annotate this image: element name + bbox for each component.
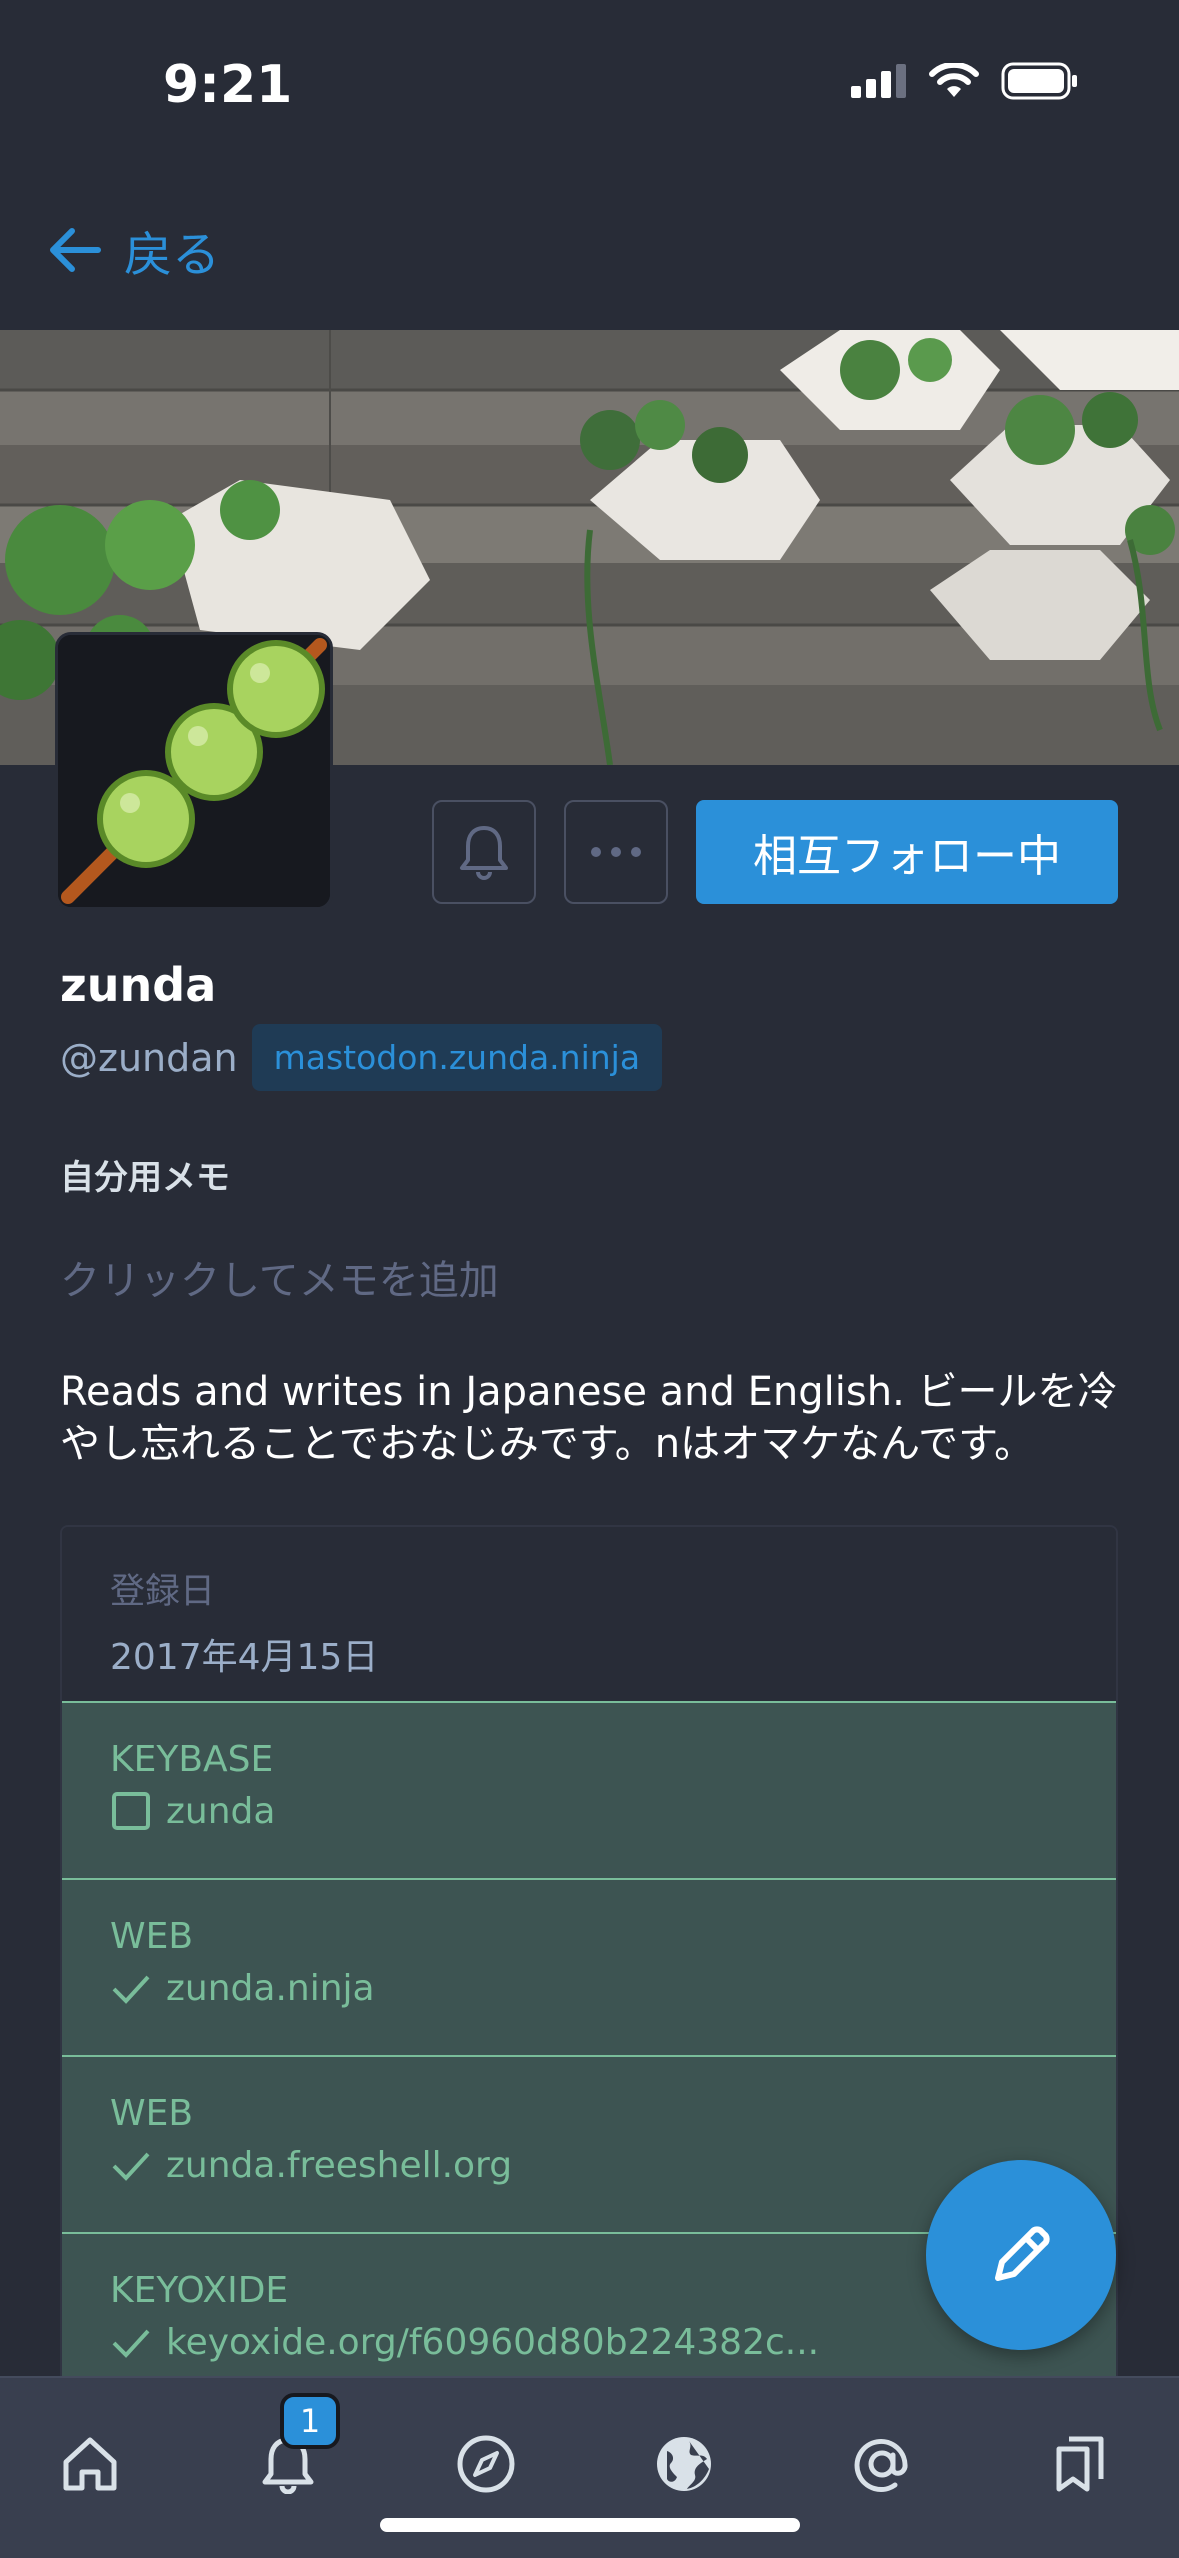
joined-field: 登録日 2017年4月15日: [62, 1527, 1116, 1701]
tab-federated[interactable]: [634, 2414, 734, 2514]
notification-count-badge: 1: [280, 2393, 340, 2449]
joined-value: 2017年4月15日: [110, 1637, 379, 1678]
wifi-icon: [929, 63, 979, 97]
tab-mentions[interactable]: [832, 2414, 932, 2514]
globe-icon: [657, 2437, 711, 2491]
tab-home[interactable]: [40, 2414, 140, 2514]
ellipsis-icon: [591, 847, 641, 857]
memo-label: 自分用メモ: [60, 1158, 230, 1198]
field-label: WEB: [110, 2093, 194, 2134]
display-name: zunda: [60, 958, 217, 1012]
check-icon: [112, 2152, 150, 2181]
bookmarks-icon: [1056, 2436, 1104, 2492]
arrow-left-icon: [50, 228, 101, 272]
memo-input[interactable]: クリックしてメモを追加: [60, 1248, 499, 1306]
joined-label: 登録日: [110, 1572, 216, 1612]
bell-icon: [460, 826, 508, 880]
checkbox-icon: [112, 1792, 150, 1830]
field-label: KEYOXIDE: [110, 2270, 289, 2311]
home-icon: [63, 2437, 117, 2491]
profile-bio: Reads and writes in Japanese and English…: [60, 1369, 1118, 1467]
mutual-follow-button[interactable]: 相互フォロー中: [696, 800, 1118, 904]
battery-icon: [1001, 62, 1077, 100]
back-button[interactable]: 戻る: [48, 215, 220, 285]
username: @zundan: [60, 1035, 238, 1080]
tab-explore[interactable]: [436, 2414, 536, 2514]
check-icon: [112, 1975, 150, 2004]
field-keybase: KEYBASE zunda: [62, 1701, 1116, 1878]
status-bar: 9:21: [0, 0, 1179, 170]
signal-icon: [851, 64, 906, 98]
status-icons: [851, 62, 1079, 100]
field-value[interactable]: zunda: [166, 1791, 275, 1832]
at-icon: [854, 2439, 908, 2492]
pencil-icon: [995, 2226, 1050, 2281]
field-value[interactable]: zunda.freeshell.org: [166, 2145, 512, 2186]
check-icon: [112, 2329, 150, 2358]
avatar[interactable]: [55, 632, 333, 910]
compose-button[interactable]: [926, 2160, 1116, 2350]
notify-button[interactable]: [432, 800, 536, 904]
back-label: 戻る: [124, 227, 221, 283]
status-time: 9:21: [163, 55, 293, 115]
home-indicator[interactable]: [380, 2518, 800, 2532]
account-row: @zundan mastodon.zunda.ninja: [60, 1024, 663, 1091]
domain-badge[interactable]: mastodon.zunda.ninja: [251, 1024, 663, 1091]
field-label: WEB: [110, 1916, 194, 1957]
more-options-button[interactable]: [564, 800, 668, 904]
compass-icon: [457, 2435, 515, 2493]
tab-bookmarks[interactable]: [1030, 2414, 1130, 2514]
field-value[interactable]: zunda.ninja: [166, 1968, 375, 2009]
field-value[interactable]: keyoxide.org/f60960d80b224382c...: [166, 2322, 819, 2363]
field-web: WEB zunda.ninja: [62, 1878, 1116, 2055]
field-label: KEYBASE: [110, 1739, 274, 1780]
